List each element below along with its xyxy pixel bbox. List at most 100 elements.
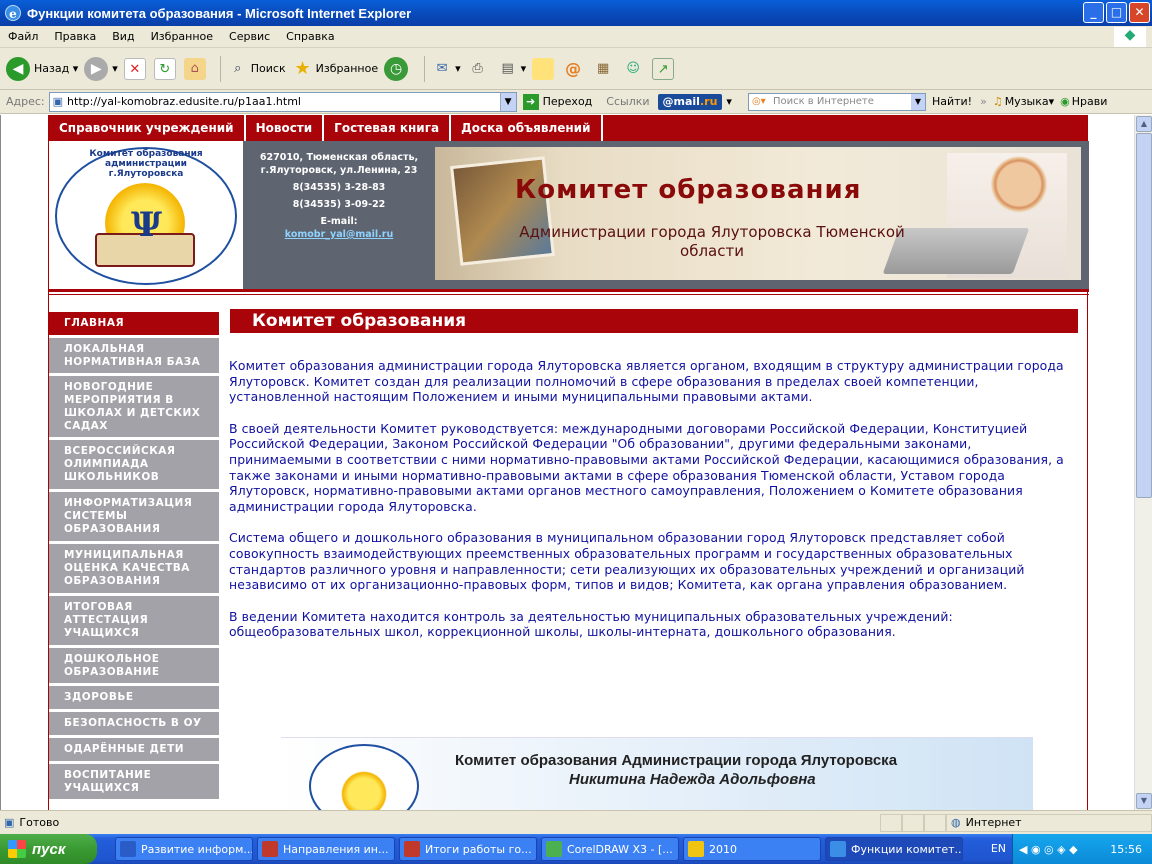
vertical-scrollbar[interactable]: ▲ ▼: [1134, 115, 1152, 810]
nav-news[interactable]: Новости: [246, 115, 325, 141]
language-indicator[interactable]: EN: [991, 842, 1006, 855]
content-paragraph: В ведении Комитета находится контроль за…: [229, 608, 953, 640]
sidebar-item-new-year[interactable]: НОВОГОДНИЕ МЕРОПРИЯТИЯ В ШКОЛАХ И ДЕТСКИ…: [49, 376, 219, 438]
task-label: Развитие информ...: [141, 842, 253, 856]
status-text: Готово: [19, 816, 60, 829]
taskbar: пуск Развитие информ... Направления ин...…: [0, 834, 1152, 864]
address-input[interactable]: ▣ http://yal-komobraz.edusite.ru/p1aa1.h…: [48, 91, 517, 112]
header-banner: Комитет образования Администрации города…: [435, 147, 1081, 280]
header-divider: [49, 289, 1089, 295]
minimize-button[interactable]: _: [1083, 2, 1104, 23]
nav-guestbook[interactable]: Гостевая книга: [324, 115, 452, 141]
go-button[interactable]: ➜ Переход: [522, 93, 592, 110]
sidebar-item-olympiad[interactable]: ВСЕРОССИЙСКАЯ ОЛИМПИАДА ШКОЛЬНИКОВ: [49, 440, 219, 490]
address-label: Адрес:: [6, 95, 45, 108]
star-icon: ★: [294, 57, 311, 79]
contacts-block: 627010, Тюменская область, г.Ялуторовск,…: [243, 141, 435, 289]
scroll-up-button[interactable]: ▲: [1136, 116, 1152, 132]
menu-help[interactable]: Справка: [278, 30, 342, 43]
sidebar-item-preschool[interactable]: ДОШКОЛЬНОЕ ОБРАЗОВАНИЕ: [49, 648, 219, 684]
print-button[interactable]: ⎙: [467, 58, 491, 80]
page-viewport: Справочник учреждений Новости Гостевая к…: [0, 115, 1134, 810]
main-content: Комитет образования администрации города…: [229, 358, 1069, 656]
email-link[interactable]: komobr_yal@mail.ru: [285, 229, 394, 240]
scroll-down-button[interactable]: ▼: [1136, 793, 1152, 809]
links-label[interactable]: Ссылки: [606, 95, 649, 108]
sidebar-item-quality[interactable]: МУНИЦИПАЛЬНАЯ ОЦЕНКА КАЧЕСТВА ОБРАЗОВАНИ…: [49, 544, 219, 594]
music-icon: ♫: [992, 95, 1003, 108]
messenger-icon: ☺: [626, 60, 640, 76]
site-top-nav: Справочник учреждений Новости Гостевая к…: [49, 115, 1087, 141]
stop-button[interactable]: ✕: [123, 57, 148, 80]
email-label: E-mail:: [320, 216, 358, 227]
link-button[interactable]: ↗: [652, 57, 676, 80]
address-url: http://yal-komobraz.edusite.ru/p1aa1.htm…: [67, 95, 301, 108]
mailru-dropdown[interactable]: ▾: [726, 95, 732, 108]
contact-phone-1: 8(34535) 3-28-83: [292, 182, 386, 193]
stop-icon: ✕: [123, 57, 146, 80]
sidebar-menu: ГЛАВНАЯ ЛОКАЛЬНАЯ НОРМАТИВНАЯ БАЗА НОВОГ…: [49, 312, 219, 802]
menu-tools[interactable]: Сервис: [221, 30, 278, 43]
content-paragraph: Комитет образования администрации города…: [229, 358, 1064, 405]
messenger-button[interactable]: ☺: [622, 58, 646, 80]
internet-search-input[interactable]: ◎▾ Поиск в Интернете ▼: [747, 92, 926, 111]
contact-address: 627010, Тюменская область, г.Ялуторовск,…: [259, 152, 419, 176]
search-placeholder: Поиск в Интернете: [772, 95, 874, 107]
site-header: Ψ Комитет образования администрации г.Ял…: [49, 141, 1089, 289]
taskbar-button[interactable]: Направления ин...: [257, 837, 395, 861]
taskbar-button[interactable]: CorelDRAW X3 - [...: [541, 837, 679, 861]
search-button[interactable]: ⌕ Поиск: [227, 58, 285, 80]
link-icon: ↗: [652, 57, 675, 80]
tray-icons[interactable]: ◀ ◉ ◎ ◈ ◆: [1019, 843, 1078, 856]
sidebar-item-attestation[interactable]: ИТОГОВАЯ АТТЕСТАЦИЯ УЧАЩИХСЯ: [49, 596, 219, 646]
taskbar-button[interactable]: Развитие информ...: [115, 837, 253, 861]
task-app-icon: [546, 841, 562, 857]
research-button[interactable]: ▦: [592, 58, 616, 80]
taskbar-button[interactable]: Функции комитет...: [825, 837, 963, 861]
history-button[interactable]: ◷: [384, 56, 412, 81]
banner-title: Комитет образования: [515, 175, 862, 205]
start-button[interactable]: пуск: [0, 834, 97, 864]
find-button[interactable]: Найти!: [932, 95, 972, 108]
maximize-button[interactable]: □: [1106, 2, 1127, 23]
sidebar-item-health[interactable]: ЗДОРОВЬЕ: [49, 686, 219, 710]
nav-board[interactable]: Доска объявлений: [451, 115, 603, 141]
music-button[interactable]: Музыка: [1005, 95, 1049, 108]
address-dropdown[interactable]: ▼: [499, 92, 516, 111]
signature-line-2: Никитина Надежда Адольфовна: [569, 771, 816, 788]
notes-button[interactable]: [532, 57, 556, 80]
mailru-button[interactable]: @mail.ru: [657, 93, 723, 110]
logo-text: Комитет образования администрации г.Ялут…: [89, 149, 203, 179]
sidebar-item-gifted[interactable]: ОДАРЁННЫЕ ДЕТИ: [49, 738, 219, 762]
clock[interactable]: 15:56: [1110, 843, 1142, 856]
mailru-agent-button[interactable]: @: [562, 58, 586, 80]
scroll-thumb[interactable]: [1136, 133, 1152, 498]
menu-file[interactable]: Файл: [0, 30, 46, 43]
sidebar-item-safety[interactable]: БЕЗОПАСНОСТЬ В ОУ: [49, 712, 219, 736]
refresh-icon: ↻: [153, 57, 176, 80]
nav-directory[interactable]: Справочник учреждений: [49, 115, 246, 141]
banner-subtitle: Администрации города Ялуторовска Тюменск…: [519, 223, 905, 260]
mail-button[interactable]: ✉ ▾: [431, 58, 461, 80]
refresh-button[interactable]: ↻: [153, 57, 178, 80]
edit-button[interactable]: ▤ ▾: [497, 58, 526, 80]
sidebar-item-informatization[interactable]: ИНФОРМАТИЗАЦИЯ СИСТЕМЫ ОБРАЗОВАНИЯ: [49, 492, 219, 542]
back-button[interactable]: ◀ Назад ▾: [6, 56, 78, 81]
sidebar-item-upbringing[interactable]: ВОСПИТАНИЕ УЧАЩИХСЯ: [49, 764, 219, 800]
taskbar-button[interactable]: 2010: [683, 837, 821, 861]
home-button[interactable]: ⌂: [183, 57, 208, 80]
sidebar-item-normative-base[interactable]: ЛОКАЛЬНАЯ НОРМАТИВНАЯ БАЗА: [49, 338, 219, 374]
taskbar-button[interactable]: Итоги работы го...: [399, 837, 537, 861]
close-button[interactable]: ✕: [1129, 2, 1150, 23]
like-button[interactable]: Нрави: [1072, 95, 1108, 108]
menu-favorites[interactable]: Избранное: [143, 30, 221, 43]
menu-view[interactable]: Вид: [104, 30, 142, 43]
page-done-icon: ▣: [4, 816, 15, 829]
sidebar-item-home[interactable]: ГЛАВНАЯ: [49, 312, 219, 336]
menu-edit[interactable]: Правка: [46, 30, 104, 43]
status-zone: ◍ Интернет: [946, 813, 1152, 832]
favorites-button[interactable]: ★ Избранное: [292, 57, 379, 80]
ie-icon: e: [5, 5, 21, 21]
forward-button[interactable]: ▶ ▾: [84, 56, 118, 81]
globe-icon: ◍: [951, 816, 961, 829]
